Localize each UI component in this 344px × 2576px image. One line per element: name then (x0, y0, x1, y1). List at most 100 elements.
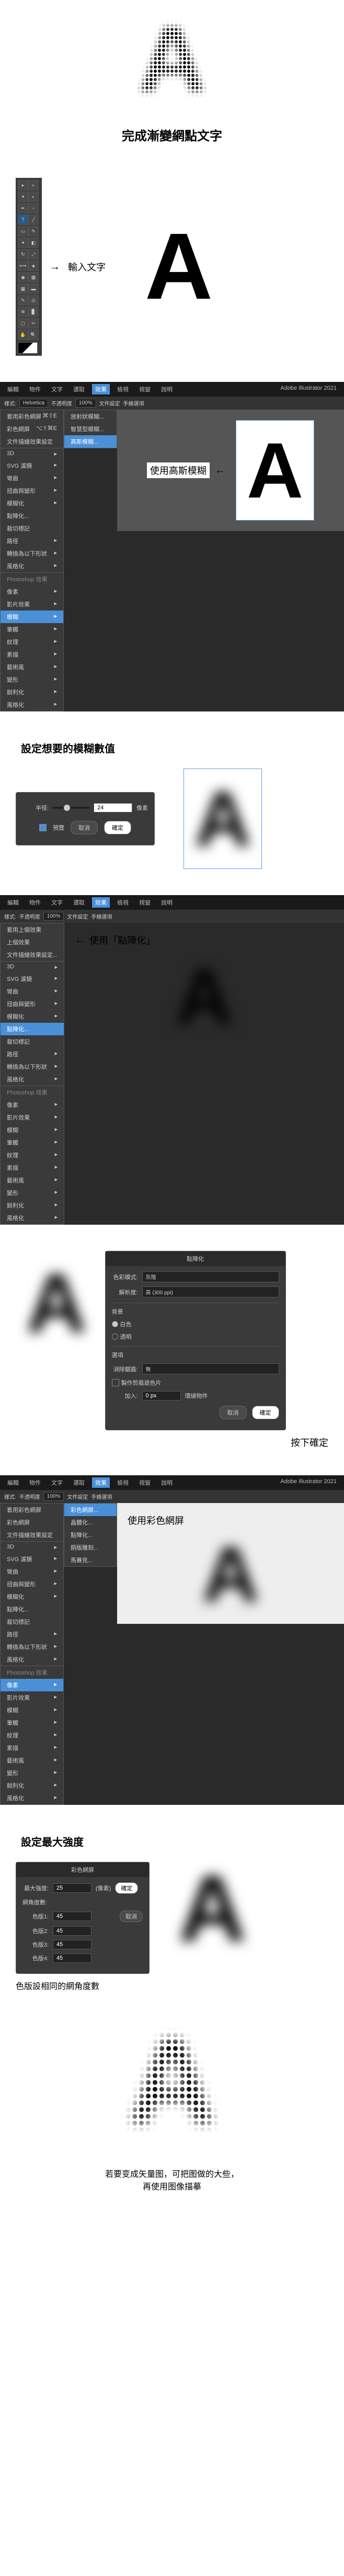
cancel-button[interactable]: 取消 (71, 821, 98, 834)
f3-warp[interactable]: 彎曲 (1, 1565, 63, 1578)
fx2-dist2[interactable]: 變形 (1, 1187, 64, 1199)
docsetup2[interactable]: 文件設定 (67, 912, 88, 920)
m3-object[interactable]: 物件 (26, 1477, 44, 1488)
ok-button[interactable]: 確定 (104, 821, 131, 834)
fx-sharpen[interactable]: 銳利化 (1, 686, 63, 698)
graph-tool-icon[interactable]: ▊ (28, 307, 39, 317)
slice-tool-icon[interactable]: ✂ (28, 318, 39, 329)
zoom-tool-icon[interactable]: 🔍 (28, 330, 39, 340)
blur-smart[interactable]: 智慧型模糊... (64, 423, 117, 435)
bg-white-radio[interactable] (112, 1321, 118, 1327)
menu-help2[interactable]: 說明 (158, 897, 176, 908)
radius-input[interactable] (94, 803, 132, 812)
ch3-input[interactable] (53, 1940, 91, 1949)
menu-help[interactable]: 說明 (158, 384, 176, 394)
f3-sketch[interactable]: 素描 (1, 1742, 63, 1754)
symbol-tool-icon[interactable]: ✲ (18, 307, 28, 317)
fx2-distort[interactable]: 扭曲與變形 (1, 998, 64, 1010)
m3-view[interactable]: 檢視 (114, 1477, 132, 1488)
m3-edit[interactable]: 編輯 (4, 1477, 22, 1488)
paintbrush-tool-icon[interactable]: ✎ (28, 226, 39, 236)
mesh-tool-icon[interactable]: ▦ (18, 284, 28, 294)
menu-object2[interactable]: 物件 (26, 897, 44, 908)
fx-convert[interactable]: 轉換為以下形狀 (1, 547, 63, 560)
fx-blur[interactable]: 模糊 (1, 611, 63, 623)
fx-brush[interactable]: 筆觸 (1, 623, 63, 636)
prefs2[interactable]: 手繪選項 (91, 912, 112, 920)
fx2-style2[interactable]: 風格化 (1, 1212, 64, 1224)
menu-select2[interactable]: 選取 (70, 897, 88, 908)
fx-docraster[interactable]: 文件描繪效果設定 (1, 435, 63, 448)
menu-select[interactable]: 選取 (70, 384, 88, 394)
menu-view2[interactable]: 檢視 (114, 897, 132, 908)
fx2-brush[interactable]: 筆觸 (1, 1136, 64, 1149)
opacity-value[interactable]: 100% (75, 399, 96, 408)
menu-view[interactable]: 檢視 (114, 384, 132, 394)
menu-window2[interactable]: 視窗 (136, 897, 154, 908)
opacity2[interactable]: 100% (43, 912, 64, 921)
fx2-convert[interactable]: 轉換為以下形狀 (1, 1060, 64, 1073)
f3-conv[interactable]: 轉換為以下形狀 (1, 1641, 63, 1653)
direct-selection-tool-icon[interactable]: ▹ (28, 180, 39, 190)
width-tool-icon[interactable]: ⟷ (18, 261, 28, 271)
opac3[interactable]: 不透明度 (19, 1493, 40, 1500)
m3-type[interactable]: 文字 (48, 1477, 66, 1488)
max-input[interactable] (53, 1883, 91, 1893)
fx-distort2[interactable]: 變形 (1, 673, 63, 686)
fx2-art[interactable]: 藝術風 (1, 1174, 64, 1187)
doc3[interactable]: 文件設定 (67, 1493, 88, 1500)
fx2-tex[interactable]: 紋理 (1, 1149, 64, 1161)
mask-checkbox[interactable] (112, 1379, 119, 1386)
px-mezzotint[interactable]: 銅版雕刻... (64, 1541, 117, 1554)
font-dropdown[interactable]: Helvetica (19, 399, 48, 408)
fx-sketch[interactable]: 素描 (1, 648, 63, 661)
fx2-vid[interactable]: 影片效果 (1, 1111, 64, 1124)
ch1-input[interactable] (53, 1912, 91, 1921)
fx-warp[interactable]: 彎曲 (1, 472, 63, 484)
f3-style[interactable]: 風格化 (1, 1653, 63, 1666)
blend-tool-icon[interactable]: ◎ (28, 295, 39, 306)
opt-docsetup[interactable]: 文件設定 (99, 399, 120, 407)
menu-edit[interactable]: 編輯 (4, 384, 22, 394)
free-transform-tool-icon[interactable]: ◈ (28, 261, 39, 271)
f3-3d[interactable]: 3D (1, 1542, 63, 1553)
artboard-tool-icon[interactable]: ▢ (18, 318, 28, 329)
lasso-tool-icon[interactable]: ◐ (28, 191, 39, 202)
f3-blur[interactable]: 模糊 (1, 1704, 63, 1716)
perspective-tool-icon[interactable]: ▦ (28, 272, 39, 283)
m3-effect[interactable]: 效果 (92, 1477, 110, 1488)
f3-dist[interactable]: 扭曲與變形 (1, 1578, 63, 1590)
opt-prefs[interactable]: 手繪選項 (123, 399, 144, 407)
f3-path[interactable]: 路徑 (1, 1628, 63, 1641)
shapebuilder-tool-icon[interactable]: ◉ (18, 272, 28, 283)
fx2-warp[interactable]: 彎曲 (1, 985, 64, 998)
raster-ok-button[interactable]: 確定 (252, 1406, 279, 1419)
radius-slider-thumb[interactable] (64, 805, 70, 811)
f3-apply[interactable]: 套用彩色網屏 (1, 1504, 63, 1516)
fx2-stylize[interactable]: 模糊化 (1, 1010, 64, 1023)
fx-pixelate[interactable]: 像素 (1, 585, 63, 598)
m3-window[interactable]: 視窗 (136, 1477, 154, 1488)
m3-help[interactable]: 說明 (158, 1477, 176, 1488)
fx-stylize[interactable]: 風格化 (1, 560, 63, 572)
eyedropper-tool-icon[interactable]: ✎ (18, 295, 28, 306)
f3-brush[interactable]: 筆觸 (1, 1716, 63, 1729)
bg-trans-radio[interactable] (112, 1334, 118, 1340)
fx-3d[interactable]: 3D (1, 448, 63, 459)
fx-artistic[interactable]: 藝術風 (1, 661, 63, 673)
fx-apply-last[interactable]: 套用彩色網屏⌘⇧E (1, 410, 63, 423)
blur-radial[interactable]: 放射狀模糊... (64, 410, 117, 423)
colormode-dropdown[interactable]: 灰階 (142, 1271, 279, 1282)
fx2-apply[interactable]: 套用上個效果 (1, 923, 64, 936)
pref3[interactable]: 手繪選項 (91, 1493, 112, 1500)
f3-sty2[interactable]: 風格化 (1, 1792, 63, 1804)
menu-type[interactable]: 文字 (48, 384, 66, 394)
f3-pixel[interactable]: 像素 (1, 1679, 63, 1691)
f3-vid[interactable]: 影片效果 (1, 1691, 63, 1704)
menu-edit2[interactable]: 編輯 (4, 897, 22, 908)
m3-select[interactable]: 選取 (70, 1477, 88, 1488)
ch2-input[interactable] (53, 1926, 91, 1936)
menu-window[interactable]: 視窗 (136, 384, 154, 394)
fx-path[interactable]: 路徑 (1, 535, 63, 547)
fx2-blur[interactable]: 模糊 (1, 1124, 64, 1136)
